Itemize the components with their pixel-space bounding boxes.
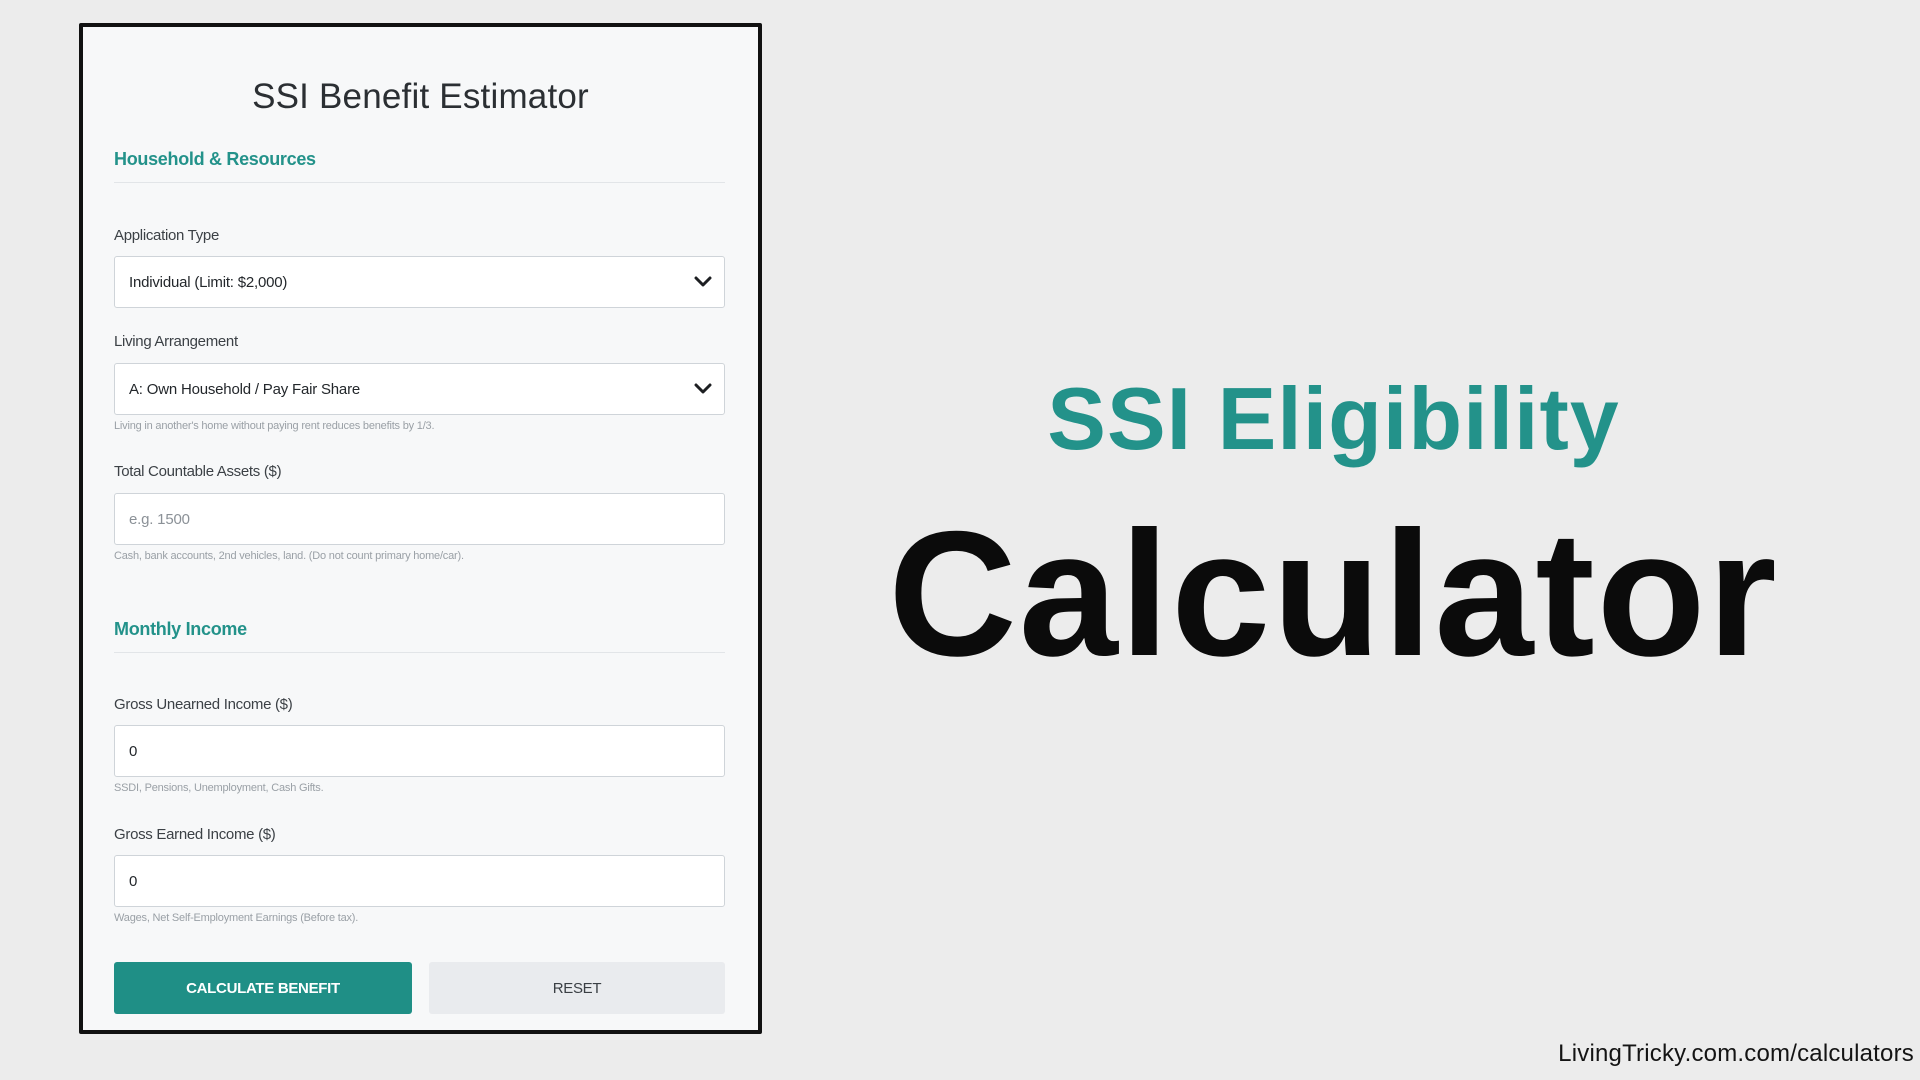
hero-title: Calculator (888, 494, 1779, 693)
footer-url: LivingTricky.com.com/calculators (1558, 1040, 1914, 1067)
reset-button[interactable]: RESET (429, 962, 725, 1014)
earned-income-label: Gross Earned Income ($) (114, 826, 276, 843)
chevron-down-icon (690, 269, 716, 295)
hero-subtitle: SSI Eligibility (1047, 369, 1620, 468)
calculate-benefit-button[interactable]: CALCULATE BENEFIT (114, 962, 412, 1014)
unearned-income-input[interactable]: 0 (114, 725, 725, 777)
earned-income-value: 0 (129, 872, 138, 890)
earned-income-hint: Wages, Net Self-Employment Earnings (Bef… (114, 912, 359, 924)
section-divider (114, 652, 725, 653)
application-type-value: Individual (Limit: $2,000) (129, 273, 288, 291)
application-type-label: Application Type (114, 227, 219, 244)
page: SSI Benefit Estimator Household & Resour… (0, 0, 1920, 1080)
living-arrangement-hint: Living in another's home without paying … (114, 420, 435, 432)
ssi-estimator-card: SSI Benefit Estimator Household & Resour… (79, 23, 762, 1034)
assets-label: Total Countable Assets ($) (114, 463, 282, 480)
application-type-select[interactable]: Individual (Limit: $2,000) (114, 256, 725, 308)
assets-hint: Cash, bank accounts, 2nd vehicles, land.… (114, 550, 464, 562)
living-arrangement-select[interactable]: A: Own Household / Pay Fair Share (114, 363, 725, 415)
living-arrangement-label: Living Arrangement (114, 333, 238, 350)
unearned-income-value: 0 (129, 742, 138, 760)
unearned-income-label: Gross Unearned Income ($) (114, 696, 293, 713)
unearned-income-hint: SSDI, Pensions, Unemployment, Cash Gifts… (114, 782, 324, 794)
assets-placeholder: e.g. 1500 (129, 510, 190, 528)
section-title-income: Monthly Income (114, 619, 247, 639)
form-title: SSI Benefit Estimator (252, 77, 589, 116)
living-arrangement-value: A: Own Household / Pay Fair Share (129, 380, 361, 398)
earned-income-input[interactable]: 0 (114, 855, 725, 907)
section-title-household: Household & Resources (114, 149, 316, 169)
section-divider (114, 182, 725, 183)
chevron-down-icon (690, 376, 716, 402)
assets-input[interactable]: e.g. 1500 (114, 493, 725, 545)
